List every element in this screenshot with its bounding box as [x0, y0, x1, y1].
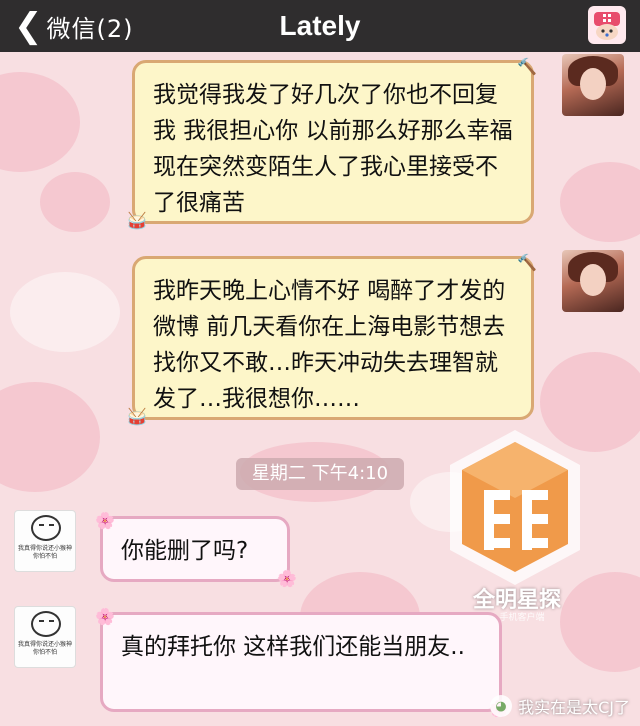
- nav-bar: ❮ 微信(2) Lately: [0, 0, 640, 52]
- flower-icon: 🌸: [95, 511, 115, 530]
- hammer-icon: 🔨: [517, 253, 537, 272]
- wechat-icon: ◕: [490, 695, 513, 717]
- my-avatar[interactable]: [562, 54, 624, 116]
- message-text: 你能删了吗?: [121, 538, 249, 564]
- drum-icon: 🥁: [127, 407, 147, 426]
- message-text: 我觉得我发了好几次了你也不回复我 我很担心你 以前那么好那么幸福 现在突然变陌生…: [153, 82, 513, 216]
- meme-caption: 我真得你说还小猴神你怕不怕: [17, 545, 72, 560]
- contact-avatar[interactable]: 我真得你说还小猴神你怕不怕: [14, 606, 76, 668]
- flower-icon: 🌸: [95, 607, 115, 626]
- meme-caption: 我真得你说还小猴神你怕不怕: [17, 641, 72, 656]
- drum-icon: 🥁: [127, 211, 147, 230]
- message-bubble-received[interactable]: 真的拜托你 这样我们还能当朋友.. 🌸 🌸: [95, 609, 509, 717]
- account-watermark: ◕ 我实在是太CJ了: [490, 694, 630, 718]
- quanmingxingtan-logo: [450, 430, 580, 585]
- message-text: 我昨天晚上心情不好 喝醉了才发的微博 前几天看你在上海电影节想去找你又不敢…昨天…: [153, 278, 506, 412]
- message-bubble-sent[interactable]: 我觉得我发了好几次了你也不回复我 我很担心你 以前那么好那么幸福 现在突然变陌生…: [127, 57, 537, 229]
- flower-icon: 🌸: [277, 569, 297, 588]
- timestamp: 星期二 下午4:10: [236, 458, 404, 490]
- message-bubble-sent[interactable]: 我昨天晚上心情不好 喝醉了才发的微博 前几天看你在上海电影节想去找你又不敢…昨天…: [127, 253, 537, 425]
- chopper-avatar-icon[interactable]: [588, 6, 626, 44]
- message-bubble-received[interactable]: 你能删了吗? 🌸 🌸: [95, 513, 297, 587]
- contact-avatar[interactable]: 我真得你说还小猴神你怕不怕: [14, 510, 76, 572]
- account-name: 我实在是太CJ了: [518, 698, 630, 717]
- hammer-icon: 🔨: [517, 57, 537, 76]
- my-avatar[interactable]: [562, 250, 624, 312]
- chat-title: Lately: [279, 10, 361, 41]
- message-text: 真的拜托你 这样我们还能当朋友..: [121, 634, 465, 660]
